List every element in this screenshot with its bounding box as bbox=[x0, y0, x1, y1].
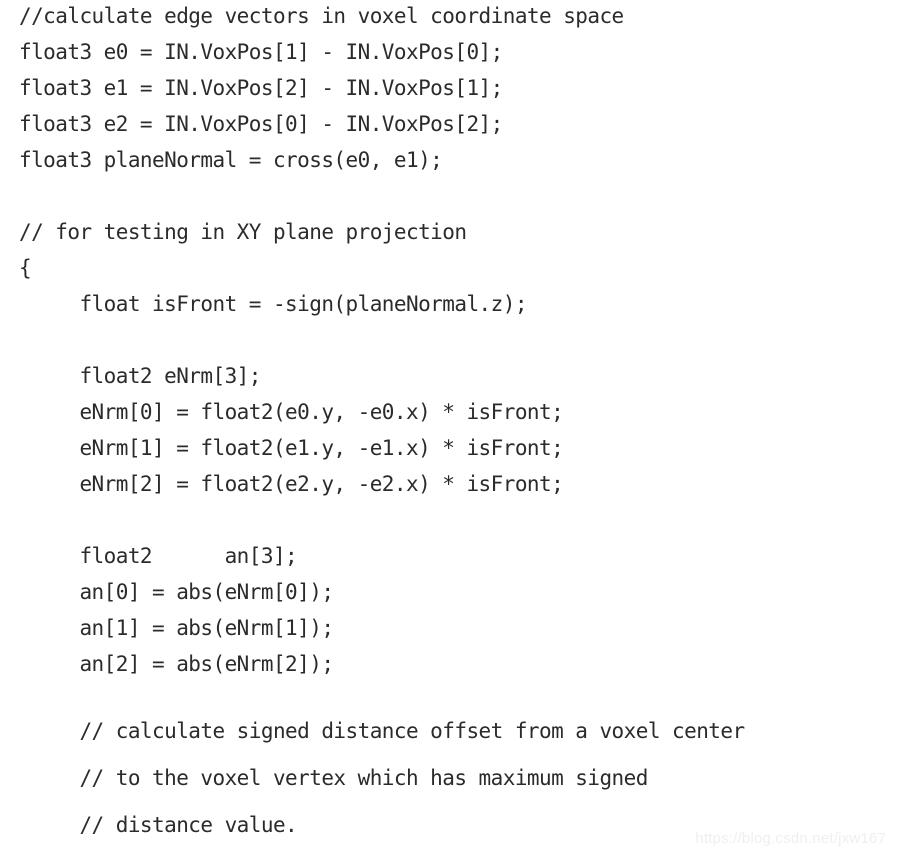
code-line: // for testing in XY plane projection bbox=[19, 220, 467, 244]
code-line: float2 eNrm[3]; bbox=[19, 364, 261, 388]
code-line: // distance value. bbox=[19, 813, 298, 837]
code-line: an[0] = abs(eNrm[0]); bbox=[19, 580, 334, 604]
code-line: eNrm[0] = float2(e0.y, -e0.x) * isFront; bbox=[19, 400, 564, 424]
code-line: an[1] = abs(eNrm[1]); bbox=[19, 616, 334, 640]
code-line: // to the voxel vertex which has maximum… bbox=[19, 766, 648, 790]
code-line: eNrm[1] = float2(e1.y, -e1.x) * isFront; bbox=[19, 436, 564, 460]
code-line: float3 e0 = IN.VoxPos[1] - IN.VoxPos[0]; bbox=[19, 40, 503, 64]
code-line: { bbox=[19, 256, 32, 280]
code-line: float3 e2 = IN.VoxPos[0] - IN.VoxPos[2]; bbox=[19, 112, 503, 136]
code-line: float3 e1 = IN.VoxPos[2] - IN.VoxPos[1]; bbox=[19, 76, 503, 100]
code-line: float2 an[3]; bbox=[19, 544, 298, 568]
code-line: // calculate signed distance offset from… bbox=[19, 719, 745, 743]
csdn-blog-watermark: https://blog.csdn.net/jxw167 bbox=[695, 830, 886, 847]
code-line: float isFront = -sign(planeNormal.z); bbox=[19, 292, 527, 316]
code-line: //calculate edge vectors in voxel coordi… bbox=[19, 4, 624, 28]
code-line: an[2] = abs(eNrm[2]); bbox=[19, 652, 334, 676]
code-line: eNrm[2] = float2(e2.y, -e2.x) * isFront; bbox=[19, 472, 564, 496]
code-snippet-page: //calculate edge vectors in voxel coordi… bbox=[0, 0, 904, 856]
code-line: float3 planeNormal = cross(e0, e1); bbox=[19, 148, 443, 172]
